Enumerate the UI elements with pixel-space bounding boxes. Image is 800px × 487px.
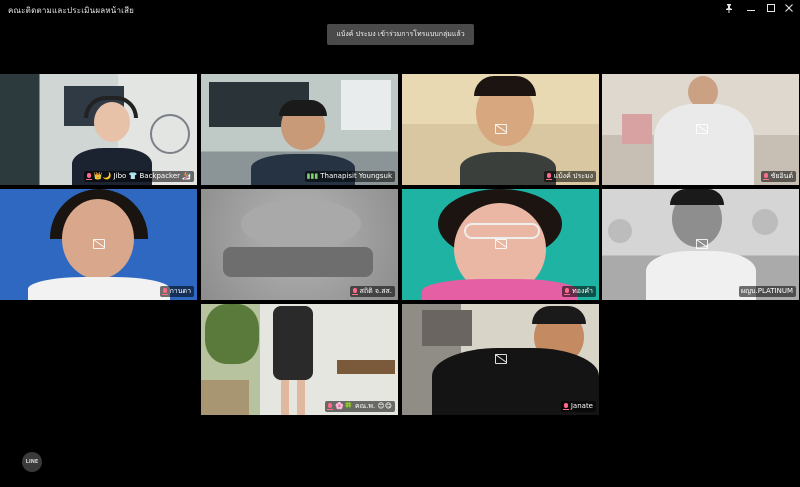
camera-off-icon	[93, 239, 105, 249]
audio-level-icon: ▮▮▮	[306, 172, 319, 180]
fan	[150, 114, 190, 154]
participant-tile[interactable]: แบ้งค์ ประมง	[402, 74, 599, 185]
participant-tile-active-speaker[interactable]: ▮▮▮ Thanapisit Youngsuk	[201, 74, 398, 185]
mic-muted-icon	[161, 287, 168, 296]
participant-name-tag: ทองคำ	[562, 286, 596, 297]
participant-tile[interactable]: กานดา	[0, 189, 197, 300]
participant-name-tag: ผญบ.PLATINUM	[738, 286, 796, 297]
chair	[622, 114, 652, 144]
camera-off-icon	[696, 124, 708, 134]
mic-muted-icon	[564, 287, 571, 296]
join-notification: แบ้งค์ ประมง เข้าร่วมการโทรแบบกลุ่มแล้ว	[327, 24, 474, 45]
title-bar: คณะติดตามและประเมินผลหน้าเสีย	[0, 0, 800, 20]
participant-name-tag: ชัยอินต์	[760, 171, 796, 182]
participant-tile[interactable]: ผญบ.PLATINUM	[602, 189, 799, 300]
camera-off-icon	[495, 239, 507, 249]
mic-muted-icon	[351, 287, 358, 296]
participant-tile[interactable]: สถิติ จ.สส.	[201, 189, 398, 300]
participant-tile[interactable]: 👑🌙 Jibo 👕 Backpacker 🏂	[0, 74, 197, 185]
mic-muted-icon	[327, 402, 334, 411]
participant-tile[interactable]: ทองคำ	[402, 189, 599, 300]
participant-name-tag: แบ้งค์ ประมง	[543, 171, 596, 182]
camera-off-icon	[495, 354, 507, 364]
participant-name-tag: กานดา	[159, 286, 194, 297]
glasses	[464, 223, 540, 239]
line-logo-icon: LINE	[22, 452, 42, 472]
participant-tile[interactable]: ชัยอินต์	[602, 74, 799, 185]
participant-name-tag: 🌸🍀 คณ.พ. 😊😋	[325, 401, 395, 412]
participant-tile[interactable]: 🌸🍀 คณ.พ. 😊😋	[201, 304, 398, 415]
participant-name-tag: Janate	[560, 401, 596, 412]
mic-muted-icon	[562, 402, 569, 411]
pin-icon[interactable]	[722, 3, 736, 17]
mic-muted-icon	[762, 172, 769, 181]
plant	[205, 304, 259, 364]
shelf	[201, 380, 249, 415]
participant-name-tag: สถิติ จ.สส.	[349, 286, 395, 297]
participant-tile[interactable]: Janate	[402, 304, 599, 415]
close-icon[interactable]	[782, 3, 796, 17]
chair	[337, 360, 395, 374]
maximize-icon[interactable]	[764, 3, 778, 17]
camera-off-icon	[495, 124, 507, 134]
mic-muted-icon	[85, 172, 92, 181]
camera-off-icon	[696, 239, 708, 249]
window-title: คณะติดตามและประเมินผลหน้าเสีย	[8, 6, 135, 15]
participant-name-tag: 👑🌙 Jibo 👕 Backpacker 🏂	[83, 171, 194, 182]
minimize-icon[interactable]	[744, 3, 758, 17]
participant-name-tag: ▮▮▮ Thanapisit Youngsuk	[304, 171, 395, 182]
mic-muted-icon	[545, 172, 552, 181]
